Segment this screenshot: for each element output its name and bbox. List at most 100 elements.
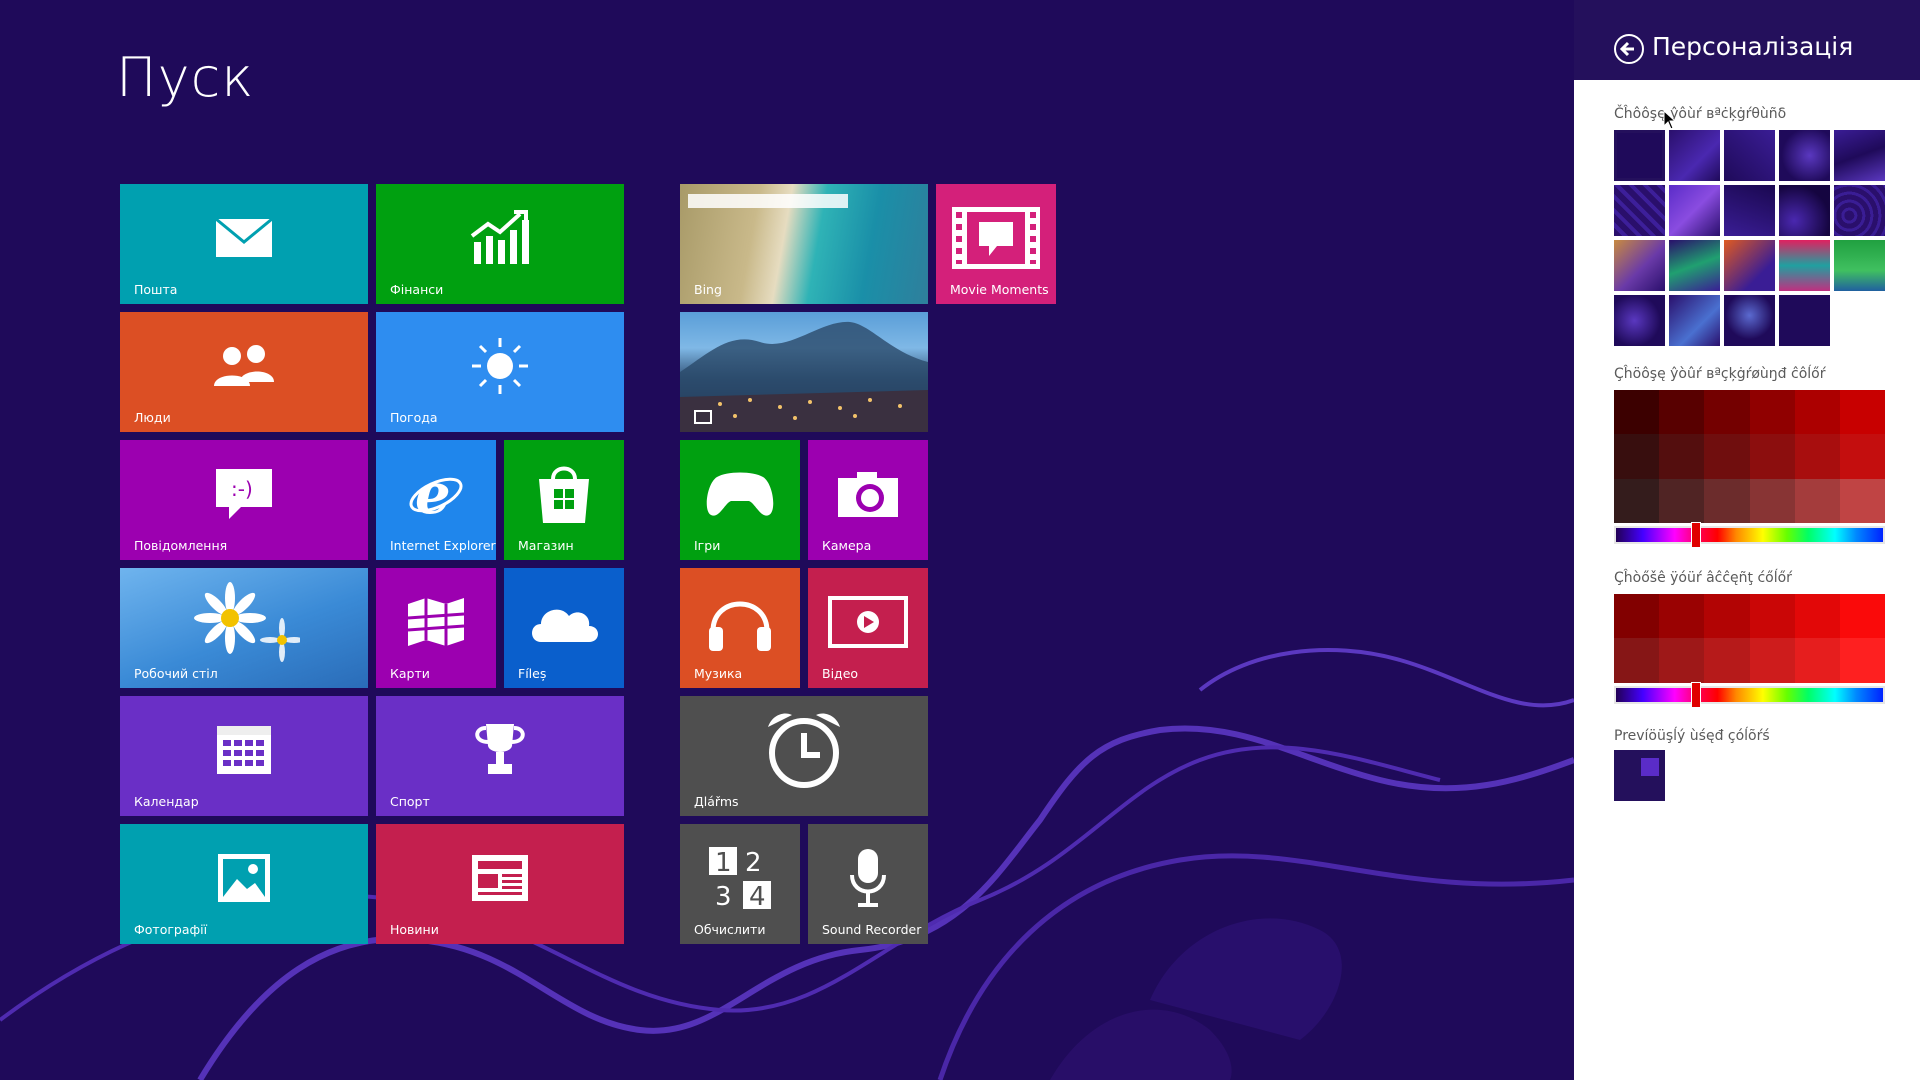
background-thumb[interactable]	[1669, 295, 1720, 346]
trophy-icon	[472, 722, 528, 778]
background-thumb[interactable]	[1834, 130, 1885, 181]
color-swatch[interactable]	[1749, 434, 1796, 480]
color-swatch[interactable]	[1704, 434, 1750, 480]
tile-sound-recorder[interactable]: Sound Recorder	[808, 824, 928, 944]
svg-text:4: 4	[749, 882, 766, 911]
background-thumb[interactable]	[1779, 240, 1830, 291]
background-thumb[interactable]	[1614, 240, 1665, 291]
color-swatch[interactable]	[1704, 390, 1750, 435]
color-swatch[interactable]	[1614, 478, 1660, 524]
tile-sport[interactable]: Спорт	[376, 696, 624, 816]
color-swatch[interactable]	[1794, 638, 1841, 683]
tile-games[interactable]: Ігри	[680, 440, 800, 560]
background-thumb[interactable]	[1779, 185, 1830, 236]
tile-photos[interactable]: Фотографії	[120, 824, 368, 944]
background-thumb[interactable]	[1669, 240, 1720, 291]
tile-weather[interactable]: Погода	[376, 312, 624, 432]
tile-store[interactable]: Магазин	[504, 440, 624, 560]
color-swatch[interactable]	[1659, 434, 1705, 480]
tile-bing[interactable]: Bing	[680, 184, 928, 304]
color-swatch[interactable]	[1659, 390, 1705, 435]
background-hue-slider[interactable]	[1614, 526, 1885, 544]
svg-text:1: 1	[715, 848, 732, 878]
tile-mail[interactable]: Пошта	[120, 184, 368, 304]
tile-finance[interactable]: Фінанси	[376, 184, 624, 304]
tile-label: Спорт	[390, 794, 430, 809]
color-swatch[interactable]	[1659, 638, 1705, 683]
tile-music[interactable]: Музика	[680, 568, 800, 688]
color-swatch[interactable]	[1614, 594, 1660, 639]
tile-label: Люди	[134, 410, 171, 425]
previous-color-swatch[interactable]	[1614, 750, 1665, 801]
color-swatch[interactable]	[1839, 434, 1886, 480]
tile-calculator[interactable]: 1234 Обчислити	[680, 824, 800, 944]
background-thumb[interactable]	[1614, 185, 1665, 236]
tile-news[interactable]: Новини	[376, 824, 624, 944]
color-swatch[interactable]	[1794, 594, 1841, 639]
background-thumb[interactable]	[1724, 240, 1775, 291]
tile-people[interactable]: Люди	[120, 312, 368, 432]
tile-desktop[interactable]: Робочий стіл	[120, 568, 368, 688]
tile-video[interactable]: Відео	[808, 568, 928, 688]
background-thumb[interactable]	[1669, 130, 1720, 181]
tile-movie-moments[interactable]: Movie Moments	[936, 184, 1056, 304]
color-swatch[interactable]	[1839, 638, 1886, 683]
background-thumb[interactable]	[1834, 240, 1885, 291]
color-swatch[interactable]	[1614, 638, 1660, 683]
background-thumb[interactable]	[1614, 130, 1665, 181]
svg-text::-): :-)	[231, 477, 253, 501]
tile-label: Sound Recorder	[822, 922, 922, 937]
tile-label: Internet Explorer	[390, 538, 496, 553]
pane-header: Персоналізація	[1574, 0, 1920, 80]
envelope-icon	[215, 218, 273, 258]
tile-internet-explorer[interactable]: e Internet Explorer	[376, 440, 496, 560]
background-thumb[interactable]	[1834, 185, 1885, 236]
tile-files[interactable]: Fíleș	[504, 568, 624, 688]
color-swatch[interactable]	[1704, 638, 1750, 683]
color-swatch[interactable]	[1614, 434, 1660, 480]
tile-camera[interactable]: Камера	[808, 440, 928, 560]
background-thumb[interactable]	[1724, 130, 1775, 181]
tile-maps[interactable]: Карти	[376, 568, 496, 688]
svg-text:e: e	[415, 465, 451, 523]
color-swatch[interactable]	[1659, 594, 1705, 639]
color-swatch[interactable]	[1704, 594, 1750, 639]
background-thumb[interactable]	[1779, 130, 1830, 181]
ie-logo-icon: e	[407, 465, 465, 523]
color-swatch[interactable]	[1839, 390, 1886, 435]
background-thumb[interactable]	[1724, 185, 1775, 236]
background-thumb[interactable]	[1779, 295, 1830, 346]
color-swatch[interactable]	[1749, 478, 1796, 524]
accent-hue-slider[interactable]	[1614, 686, 1885, 704]
color-swatch[interactable]	[1794, 478, 1841, 524]
color-swatch[interactable]	[1749, 638, 1796, 683]
color-swatch[interactable]	[1839, 594, 1886, 639]
background-thumb[interactable]	[1724, 295, 1775, 346]
background-thumb[interactable]	[1669, 185, 1720, 236]
color-swatch[interactable]	[1749, 594, 1796, 639]
back-arrow-icon	[1619, 41, 1634, 57]
color-swatch[interactable]	[1704, 478, 1750, 524]
tile-travel-photo[interactable]	[680, 312, 928, 432]
color-swatch[interactable]	[1794, 434, 1841, 480]
color-swatch[interactable]	[1794, 390, 1841, 435]
tile-alarms[interactable]: Дlářms	[680, 696, 928, 816]
tile-calendar[interactable]: Календар	[120, 696, 368, 816]
color-swatch[interactable]	[1839, 478, 1886, 524]
tile-messaging[interactable]: :-) Повідомлення	[120, 440, 368, 560]
background-hue-thumb[interactable]	[1691, 522, 1701, 548]
tile-label: Камера	[822, 538, 872, 553]
color-swatch[interactable]	[1659, 478, 1705, 524]
color-swatch[interactable]	[1614, 390, 1660, 435]
travel-bag-icon	[694, 410, 712, 424]
tile-label: Фінанси	[390, 282, 444, 297]
color-swatch[interactable]	[1749, 390, 1796, 435]
camera-icon	[837, 470, 899, 518]
alarm-clock-icon	[764, 709, 844, 791]
background-thumb[interactable]	[1614, 295, 1665, 346]
back-button[interactable]	[1614, 34, 1644, 64]
people-icon	[212, 344, 276, 388]
play-icon	[828, 596, 908, 648]
accent-hue-thumb[interactable]	[1691, 682, 1701, 708]
search-box[interactable]	[688, 194, 848, 208]
